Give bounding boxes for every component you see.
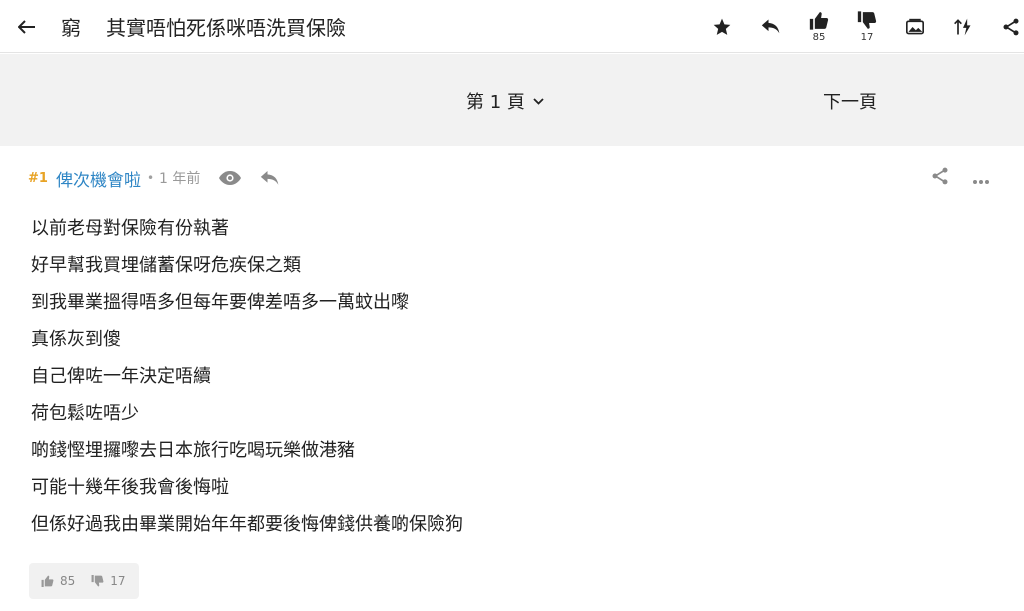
dislike-thread-button[interactable]: 17	[849, 0, 885, 53]
thread-title: 其實唔怕死係咪唔洗買保險	[106, 16, 346, 40]
post-time: 1 年前	[159, 171, 201, 187]
thumbs-up-icon	[41, 575, 54, 587]
reply-button[interactable]	[753, 0, 789, 53]
post-line: 啲錢慳埋攞嚟去日本旅行吃喝玩樂做港豬	[31, 440, 355, 461]
thumbs-down-icon	[857, 10, 877, 29]
thread-dislike-count: 17	[860, 31, 874, 43]
post-number: #1	[28, 170, 48, 186]
post-line: 以前老母對保險有份執著	[31, 218, 229, 239]
thread-like-count: 85	[812, 31, 826, 43]
author-name[interactable]: 俾次機會啦	[56, 166, 141, 191]
eye-icon	[219, 171, 242, 185]
share-icon	[932, 167, 948, 185]
thumbs-down-icon	[91, 575, 104, 587]
reply-icon	[761, 19, 780, 33]
image-toggle-icon	[906, 18, 924, 34]
post-header: #1 俾次機會啦 • 1 年前	[28, 164, 280, 192]
post-line: 到我畢業搵得唔多但每年要俾差唔多一萬蚊出嚟	[31, 292, 409, 313]
post-line: 真係灰到傻	[31, 329, 121, 350]
top-bar: 窮 其實唔怕死係咪唔洗買保險 85 17	[0, 0, 1024, 53]
current-page-label: 第 1 頁	[466, 92, 525, 113]
star-icon	[713, 18, 731, 35]
post-body: 以前老母對保險有份執著 好早幫我買埋儲蓄保呀危疾保之類 到我畢業搵得唔多但每年要…	[31, 216, 463, 549]
share-thread-button[interactable]	[993, 0, 1024, 53]
pager: 第 1 頁 下一頁	[0, 54, 1024, 146]
next-page-button[interactable]: 下一頁	[823, 88, 877, 114]
post-line: 好早幫我買埋儲蓄保呀危疾保之類	[31, 255, 301, 276]
post-like-count: 85	[60, 574, 76, 588]
bookmark-button[interactable]	[704, 0, 740, 53]
page-selector[interactable]: 第 1 頁	[466, 88, 544, 114]
back-arrow-icon	[18, 20, 35, 34]
post-dislike-button[interactable]: 17	[91, 574, 126, 588]
post-line: 但係好過我由畢業開始年年都要後悔俾錢供養啲保險狗	[31, 514, 463, 535]
post-line: 荷包鬆咗唔少	[31, 403, 139, 424]
more-dots-icon	[973, 180, 989, 184]
post-dislike-count: 17	[110, 574, 126, 588]
post-line: 可能十幾年後我會後悔啦	[31, 477, 229, 498]
separator-dot: •	[146, 171, 155, 185]
post-like-button[interactable]: 85	[41, 574, 75, 588]
like-thread-button[interactable]: 85	[801, 0, 837, 53]
post-vote-bar: 85 17	[29, 563, 139, 599]
chevron-down-icon	[533, 97, 544, 105]
more-options-button[interactable]	[972, 170, 990, 189]
view-author-only-button[interactable]	[218, 170, 242, 186]
post-line: 自己俾咗一年決定唔續	[31, 366, 211, 387]
back-button[interactable]	[14, 14, 40, 40]
share-post-button[interactable]	[930, 166, 950, 190]
image-mode-button[interactable]	[897, 0, 933, 53]
thumbs-up-icon	[809, 11, 829, 30]
quote-reply-button[interactable]	[260, 170, 280, 187]
post: #1 俾次機會啦 • 1 年前 以前老母對保險有份執著 好早幫我買埋儲蓄保呀危疾…	[0, 146, 1024, 611]
channel-label[interactable]: 窮	[61, 12, 81, 41]
reply-icon	[261, 170, 279, 185]
sort-icon	[954, 18, 971, 35]
sort-button[interactable]	[945, 0, 981, 53]
share-icon	[1003, 18, 1019, 35]
